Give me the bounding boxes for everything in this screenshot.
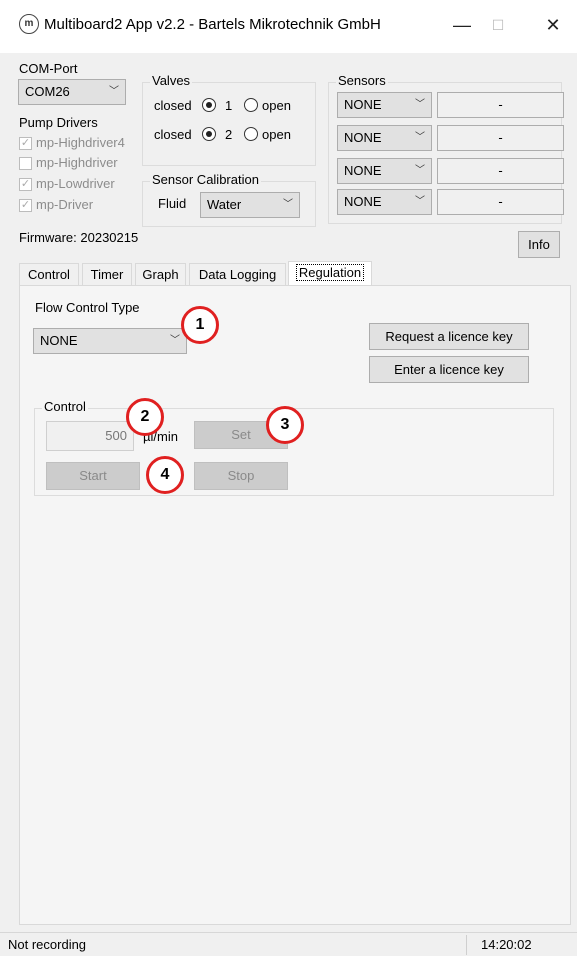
fluid-select[interactable]: Water ﹀ — [200, 192, 300, 218]
flow-control-type-select[interactable]: NONE ﹀ — [33, 328, 187, 354]
sensor3-type-select[interactable]: NONE ﹀ — [337, 158, 432, 184]
chevron-down-icon: ﹀ — [283, 199, 293, 210]
chevron-down-icon: ﹀ — [415, 99, 425, 110]
valve1-open-radio[interactable] — [244, 98, 258, 112]
sensor1-type-select[interactable]: NONE ﹀ — [337, 92, 432, 118]
pump-driver-checkbox-highdriver4[interactable]: ✓ — [19, 137, 32, 150]
chevron-down-icon: ﹀ — [415, 132, 425, 143]
sensor3-type-value: NONE — [344, 163, 382, 178]
com-port-label: COM-Port — [19, 61, 78, 76]
valves-group — [142, 82, 316, 166]
tab-control[interactable]: Control — [19, 263, 79, 285]
valve1-closed-radio[interactable] — [202, 98, 216, 112]
tab-regulation[interactable]: Regulation — [288, 261, 372, 285]
flow-rate-input[interactable]: 500 — [46, 421, 134, 451]
chevron-down-icon: ﹀ — [109, 86, 119, 97]
sensor2-type-value: NONE — [344, 130, 382, 145]
info-button[interactable]: Info — [518, 231, 560, 258]
annotation-marker-4: 4 — [146, 456, 184, 494]
tab-graph[interactable]: Graph — [135, 263, 186, 285]
recording-status: Not recording — [8, 937, 87, 952]
annotation-marker-1: 1 — [181, 306, 219, 344]
pump-driver-label-driver: mp-Driver — [36, 197, 94, 212]
pump-driver-label-highdriver4: mp-Highdriver4 — [36, 135, 125, 150]
tab-data-logging[interactable]: Data Logging — [189, 263, 286, 285]
sensor1-type-value: NONE — [344, 97, 382, 112]
pump-driver-checkbox-lowdriver[interactable]: ✓ — [19, 178, 32, 191]
sensor2-type-select[interactable]: NONE ﹀ — [337, 125, 432, 151]
minimize-button[interactable]: — — [442, 12, 482, 38]
chevron-down-icon: ﹀ — [170, 335, 180, 346]
request-licence-key-button[interactable]: Request a licence key — [369, 323, 529, 350]
pump-driver-checkbox-driver[interactable]: ✓ — [19, 199, 32, 212]
app-logo-icon: m — [19, 14, 39, 34]
sensor4-type-value: NONE — [344, 194, 382, 209]
start-button[interactable]: Start — [46, 462, 140, 490]
close-button[interactable]: ✕ — [533, 12, 573, 38]
valve1-open-label: open — [262, 98, 291, 113]
valve2-closed-label: closed — [154, 127, 192, 142]
pump-driver-label-highdriver: mp-Highdriver — [36, 155, 118, 170]
flow-control-type-label: Flow Control Type — [35, 300, 140, 315]
fluid-label: Fluid — [158, 196, 187, 211]
pump-driver-checkbox-highdriver[interactable] — [19, 157, 32, 170]
valve1-number: 1 — [225, 98, 233, 113]
status-divider — [466, 935, 467, 955]
status-time: 14:20:02 — [481, 937, 532, 952]
annotation-marker-3: 3 — [266, 406, 304, 444]
valve2-closed-radio[interactable] — [202, 127, 216, 141]
title-bar: m Multiboard2 App v2.2 - Bartels Mikrote… — [0, 0, 577, 53]
sensors-label: Sensors — [336, 73, 388, 88]
chevron-down-icon: ﹀ — [415, 165, 425, 176]
pump-driver-label-lowdriver: mp-Lowdriver — [36, 176, 115, 191]
sensor1-value: - — [437, 92, 564, 118]
sensor4-type-select[interactable]: NONE ﹀ — [337, 189, 432, 215]
com-port-select[interactable]: COM26 ﹀ — [18, 79, 126, 105]
sensor4-value: - — [437, 189, 564, 215]
control-group-label: Control — [42, 399, 88, 414]
valve2-number: 2 — [225, 127, 233, 142]
stop-button[interactable]: Stop — [194, 462, 288, 490]
valve2-open-radio[interactable] — [244, 127, 258, 141]
com-port-value: COM26 — [25, 84, 70, 99]
maximize-button[interactable]: ☐ — [478, 12, 518, 38]
chevron-down-icon: ﹀ — [415, 196, 425, 207]
valve1-closed-label: closed — [154, 98, 192, 113]
firmware-label: Firmware: 20230215 — [19, 230, 139, 245]
fluid-value: Water — [207, 197, 242, 212]
tab-regulation-label: Regulation — [295, 264, 365, 281]
sensor-calibration-label: Sensor Calibration — [150, 172, 261, 187]
valves-label: Valves — [150, 73, 193, 88]
valve2-open-label: open — [262, 127, 291, 142]
pump-drivers-label: Pump Drivers — [19, 115, 98, 130]
tab-timer[interactable]: Timer — [82, 263, 132, 285]
window-title: Multiboard2 App v2.2 - Bartels Mikrotech… — [44, 16, 381, 33]
sensor3-value: - — [437, 158, 564, 184]
status-bar: Not recording 14:20:02 — [0, 932, 577, 956]
sensor2-value: - — [437, 125, 564, 151]
annotation-marker-2: 2 — [126, 398, 164, 436]
flow-control-type-value: NONE — [40, 333, 78, 348]
enter-licence-key-button[interactable]: Enter a licence key — [369, 356, 529, 383]
